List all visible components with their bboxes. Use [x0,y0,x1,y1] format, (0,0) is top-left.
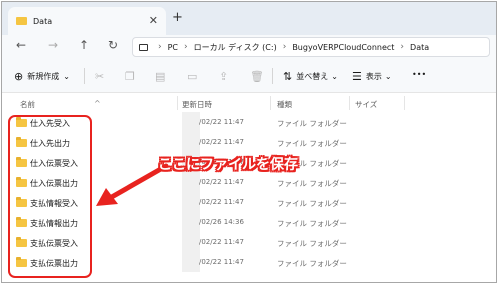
cut-icon[interactable]: ✂ [95,70,108,83]
file-date: /02/22 11:47 [199,258,244,266]
file-type: ファイル フォルダー [277,179,347,188]
view-label: 表示 [365,72,382,81]
more-options-button[interactable]: ••• [412,70,426,79]
file-date: /02/22 11:47 [199,178,244,186]
file-type: ファイル フォルダー [277,239,347,248]
share-icon[interactable]: ⇪ [219,70,232,83]
explorer-window: Data ✕ + ← → ↑ ↻ › PC › ローカル ディスク (C:) ›… [1,1,497,283]
sort-icon: ⇅ [283,70,293,83]
breadcrumb-data[interactable]: Data [410,43,429,52]
column-type[interactable]: 種類 [277,99,292,110]
chevron-down-icon: ⌄ [63,72,70,81]
breadcrumb-pc[interactable]: PC [168,43,178,52]
up-button[interactable]: ↑ [79,38,89,52]
column-divider[interactable] [349,96,350,110]
annotation-text: ここにファイルを保存 [158,157,298,173]
sort-button[interactable]: ⇅ 並べ替え ⌄ [283,70,338,83]
column-name[interactable]: 名前 [20,99,35,110]
column-divider[interactable] [404,96,405,110]
file-date: /02/22 11:47 [199,238,244,246]
file-date: /02/22 11:47 [199,198,244,206]
column-modified[interactable]: 更新日時 [182,99,212,110]
file-type: ファイル フォルダー [277,259,347,268]
tab-title: Data [33,16,53,26]
breadcrumb-bugyo[interactable]: BugyoVERPCloudConnect [292,43,394,52]
column-divider[interactable] [177,96,178,110]
new-tab-button[interactable]: + [172,10,183,25]
forward-button[interactable]: → [48,38,58,52]
paste-icon[interactable]: ▤ [155,70,169,83]
file-date: /02/26 14:36 [199,218,244,226]
sort-label: 並べ替え [296,72,329,81]
breadcrumb-local-disk[interactable]: ローカル ディスク (C:) [194,42,277,53]
divider [272,68,273,84]
monitor-icon [139,43,148,51]
sort-caret-icon: ^ [94,99,101,108]
breadcrumb-separator: › [158,42,162,52]
highlight-box [8,115,92,278]
file-type: ファイル フォルダー [277,119,347,128]
breadcrumb-separator: › [400,42,405,52]
folder-icon [16,17,27,25]
tab-data[interactable]: Data ✕ [8,7,166,35]
file-type: ファイル フォルダー [277,199,347,208]
view-button[interactable]: ☰ 表示 ⌄ [352,70,392,83]
navigation-bar: ← → ↑ ↻ › PC › ローカル ディスク (C:) › BugyoVER… [2,35,496,59]
breadcrumb-separator: › [282,42,287,52]
address-bar[interactable]: › PC › ローカル ディスク (C:) › BugyoVERPCloudCo… [132,37,490,57]
file-type: ファイル フォルダー [277,139,347,148]
command-bar: ⊕ 新規作成 ⌄ ✂ ❐ ▤ ▭ ⇪ 🗑 ⇅ 並べ替え ⌄ ☰ 表示 ⌄ ••• [2,59,496,93]
new-label: 新規作成 [27,72,60,81]
chevron-down-icon: ⌄ [331,72,338,81]
column-size[interactable]: サイズ [355,99,377,110]
chevron-down-icon: ⌄ [384,72,392,81]
plus-circle-icon: ⊕ [14,70,24,83]
breadcrumb-separator: › [184,42,188,52]
delete-icon[interactable]: 🗑 [250,70,268,83]
back-button[interactable]: ← [16,38,26,52]
rename-icon[interactable]: ▭ [187,70,201,83]
file-date: /02/22 11:47 [199,138,244,146]
new-button[interactable]: ⊕ 新規作成 ⌄ [14,70,70,83]
tab-bar: Data ✕ + [2,2,496,35]
refresh-button[interactable]: ↻ [108,38,118,52]
column-header: ^ 名前 更新日時 種類 サイズ [2,93,496,111]
file-date: /02/22 11:47 [199,118,244,126]
view-icon: ☰ [352,70,362,83]
close-tab-icon[interactable]: ✕ [149,14,158,27]
copy-icon[interactable]: ❐ [125,70,139,83]
column-divider[interactable] [270,96,271,110]
file-type: ファイル フォルダー [277,219,347,228]
divider [84,68,85,84]
